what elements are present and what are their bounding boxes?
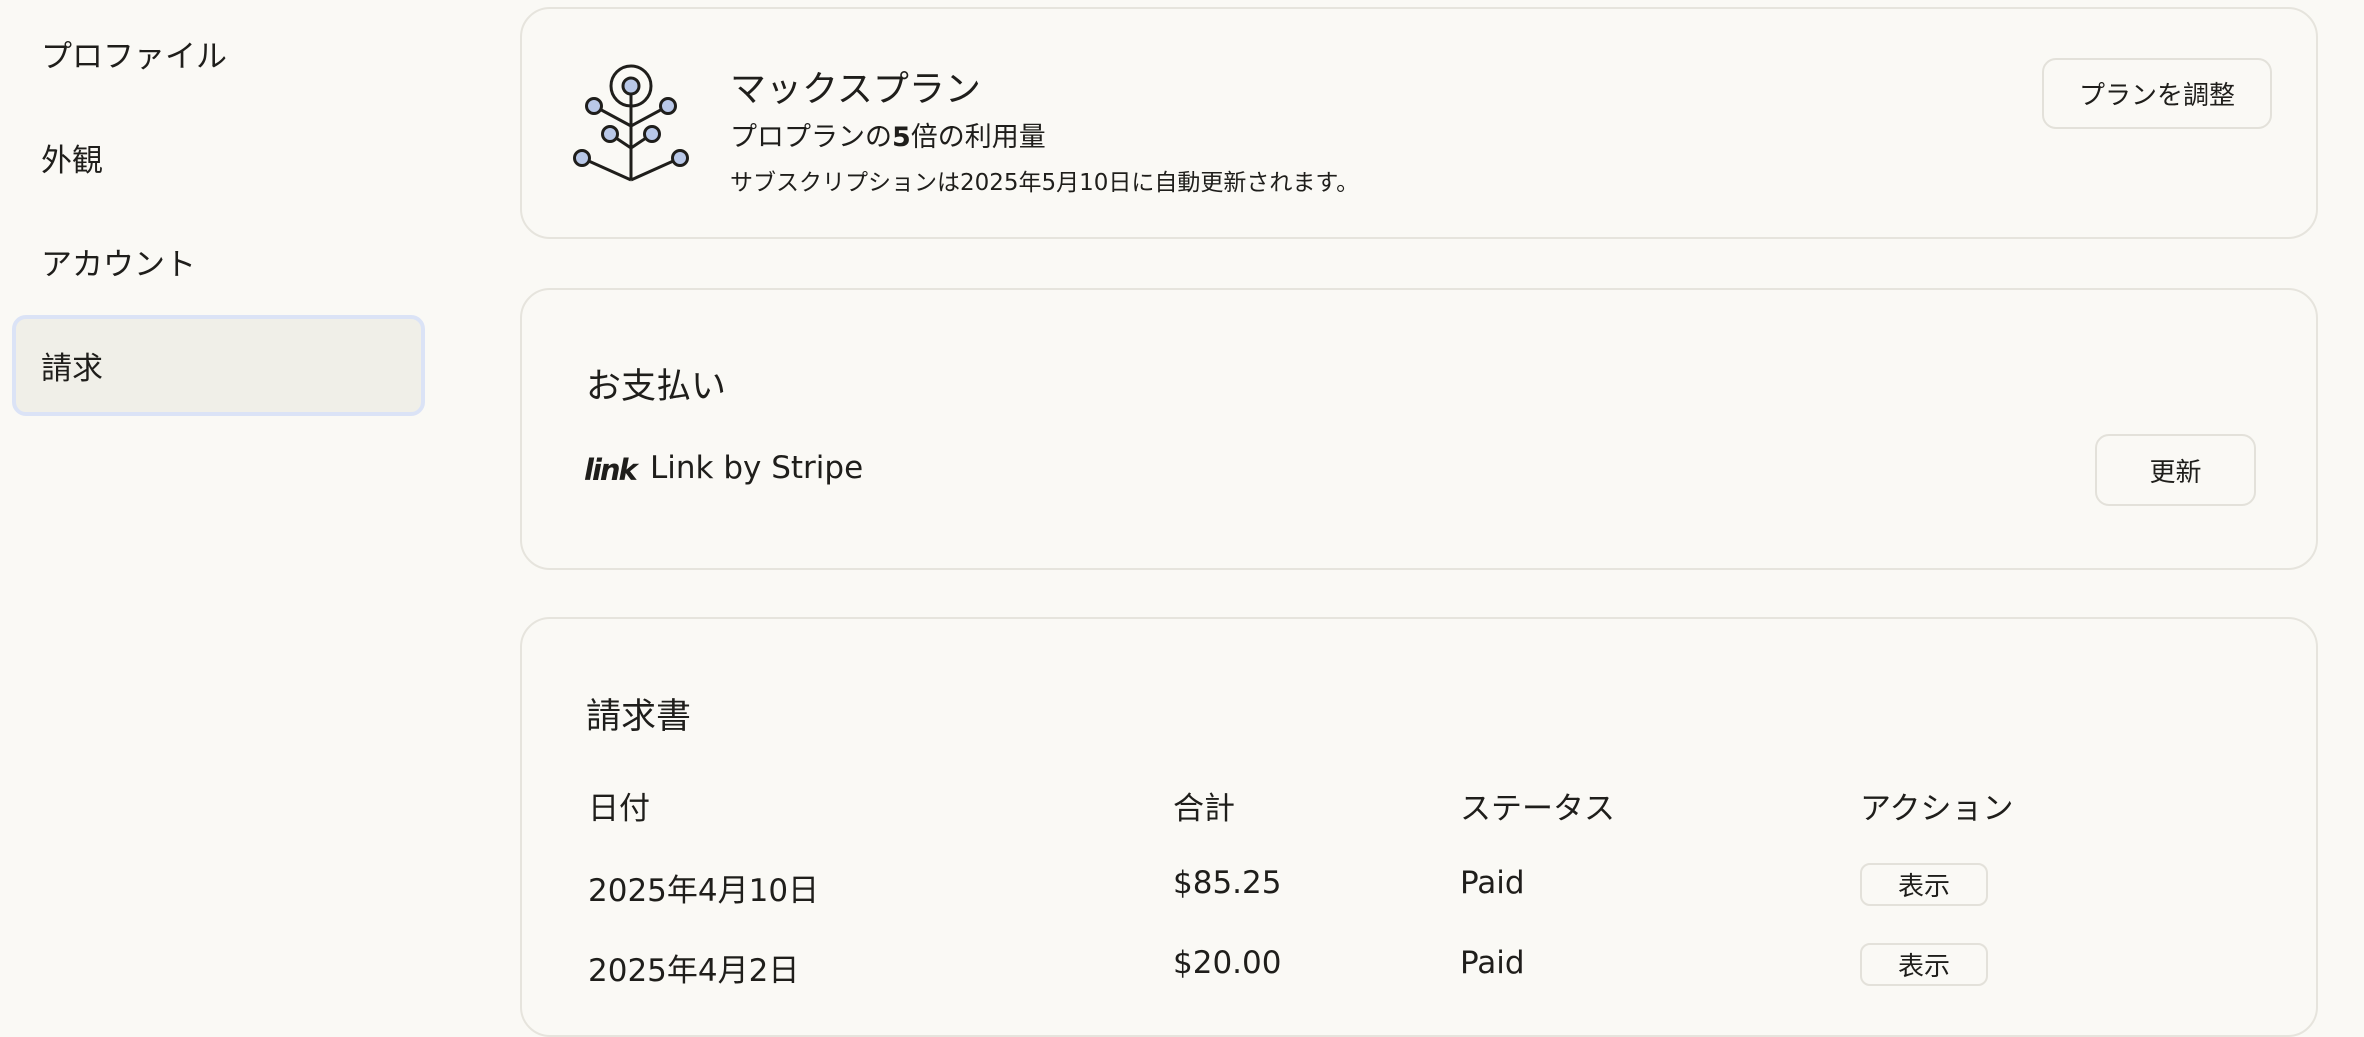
sidebar-item-account[interactable]: アカウント: [12, 211, 425, 312]
invoice-status: Paid: [1460, 945, 1525, 981]
sidebar-item-label: 請求: [41, 351, 103, 387]
column-header-date: 日付: [588, 791, 650, 827]
invoice-date: 2025年4月2日: [588, 953, 800, 989]
invoices-card: 請求書 日付 合計 ステータス アクション 2025年4月10日 $85.25 …: [520, 617, 2318, 1037]
view-invoice-button[interactable]: 表示: [1860, 863, 1988, 906]
plan-subtitle-post: 倍の利用量: [910, 122, 1046, 153]
sidebar-item-label: 外観: [41, 143, 103, 179]
view-invoice-button[interactable]: 表示: [1860, 943, 1988, 986]
sidebar-item-billing[interactable]: 請求: [12, 315, 425, 416]
invoice-total: $85.25: [1173, 865, 1282, 901]
payment-method: Link by Stripe: [650, 450, 864, 486]
update-payment-button[interactable]: 更新: [2095, 434, 2256, 506]
column-header-total: 合計: [1173, 791, 1235, 827]
plan-multiplier: 5: [892, 122, 911, 153]
plan-card: マックスプラン プロプランの5倍の利用量 サブスクリプションは2025年5月10…: [520, 7, 2318, 239]
invoice-total: $20.00: [1173, 945, 1282, 981]
plan-subtitle: プロプランの5倍の利用量: [730, 115, 1046, 154]
payment-card: お支払い link Link by Stripe 更新: [520, 288, 2318, 570]
column-header-action: アクション: [1860, 791, 2014, 827]
adjust-plan-button[interactable]: プランを調整: [2042, 58, 2272, 129]
link-logo-icon: link: [584, 453, 638, 487]
column-header-status: ステータス: [1460, 791, 1615, 827]
plan-subtitle-pre: プロプランの: [730, 122, 892, 153]
renewal-text: サブスクリプションは2025年5月10日に自動更新されます。: [730, 170, 1360, 196]
sidebar-item-label: アカウント: [41, 247, 196, 283]
invoice-date: 2025年4月10日: [588, 873, 820, 909]
sidebar-item-profile[interactable]: プロファイル: [12, 3, 425, 104]
sidebar-item-appearance[interactable]: 外観: [12, 107, 425, 208]
invoice-status: Paid: [1460, 865, 1525, 901]
payment-title: お支払い: [586, 367, 727, 407]
invoices-title: 請求書: [586, 697, 692, 737]
plan-title: マックスプラン: [730, 69, 981, 110]
sidebar-item-label: プロファイル: [41, 39, 227, 75]
plan-tree-icon: [573, 64, 689, 182]
